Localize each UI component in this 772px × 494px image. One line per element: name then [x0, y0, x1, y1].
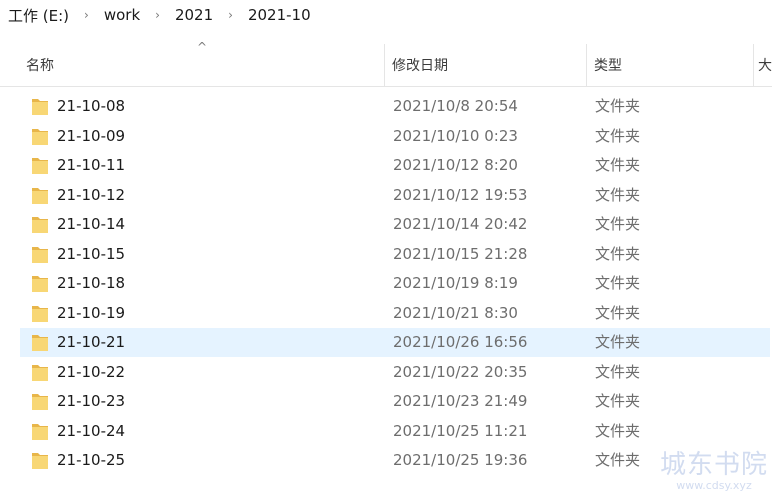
file-name: 21-10-11: [57, 156, 126, 174]
folder-icon: [32, 129, 48, 145]
folder-icon: [32, 188, 48, 204]
file-name: 21-10-18: [57, 274, 126, 292]
table-row[interactable]: 21-10-09 2021/10/10 0:23 文件夹: [20, 122, 770, 151]
breadcrumb-item-work[interactable]: work: [102, 6, 142, 24]
file-type: 文件夹: [595, 304, 641, 322]
breadcrumb-item-2021[interactable]: 2021: [173, 6, 215, 24]
table-row[interactable]: 21-10-23 2021/10/23 21:49 文件夹: [20, 387, 770, 416]
folder-icon: [32, 424, 48, 440]
chevron-right-icon[interactable]: ›: [71, 8, 102, 22]
file-type: 文件夹: [595, 451, 641, 469]
file-type: 文件夹: [595, 127, 641, 145]
folder-icon: [32, 335, 48, 351]
chevron-right-icon[interactable]: ›: [142, 8, 173, 22]
modified-date: 2021/10/10 0:23: [393, 127, 518, 145]
breadcrumb-item-drive[interactable]: 工作 (E:): [6, 5, 71, 26]
column-header-bar: ^ 名称 修改日期 类型 大: [0, 40, 772, 87]
folder-icon: [32, 365, 48, 381]
file-type: 文件夹: [595, 186, 641, 204]
folder-icon: [32, 247, 48, 263]
file-type: 文件夹: [595, 333, 641, 351]
file-name: 21-10-23: [57, 392, 126, 410]
column-header-name-label: 名称: [26, 58, 54, 74]
file-name: 21-10-09: [57, 127, 126, 145]
table-row[interactable]: 21-10-08 2021/10/8 20:54 文件夹: [20, 92, 770, 121]
modified-date: 2021/10/23 21:49: [393, 392, 528, 410]
file-type: 文件夹: [595, 156, 641, 174]
folder-icon: [32, 453, 48, 469]
column-header-size-label: 大: [758, 58, 772, 74]
modified-date: 2021/10/19 8:19: [393, 274, 518, 292]
table-row[interactable]: 21-10-22 2021/10/22 20:35 文件夹: [20, 358, 770, 387]
folder-icon: [32, 306, 48, 322]
file-name: 21-10-24: [57, 422, 126, 440]
modified-date: 2021/10/25 11:21: [393, 422, 528, 440]
table-row[interactable]: 21-10-25 2021/10/25 19:36 文件夹: [20, 446, 770, 475]
watermark-url: www.cdsy.xyz: [676, 479, 752, 492]
modified-date: 2021/10/22 20:35: [393, 363, 528, 381]
watermark-title: 城东书院: [659, 450, 768, 480]
folder-icon: [32, 217, 48, 233]
modified-date: 2021/10/21 8:30: [393, 304, 518, 322]
file-name: 21-10-19: [57, 304, 126, 322]
file-name: 21-10-22: [57, 363, 126, 381]
column-divider[interactable]: [753, 44, 754, 86]
file-name: 21-10-25: [57, 451, 126, 469]
modified-date: 2021/10/12 8:20: [393, 156, 518, 174]
column-header-date[interactable]: 修改日期: [386, 44, 586, 86]
table-row[interactable]: 21-10-12 2021/10/12 19:53 文件夹: [20, 181, 770, 210]
file-type: 文件夹: [595, 363, 641, 381]
folder-icon: [32, 99, 48, 115]
folder-icon: [32, 394, 48, 410]
folder-icon: [32, 158, 48, 174]
table-row[interactable]: 21-10-15 2021/10/15 21:28 文件夹: [20, 240, 770, 269]
column-header-type[interactable]: 类型: [588, 44, 753, 86]
modified-date: 2021/10/8 20:54: [393, 97, 518, 115]
breadcrumb-item-2021-10[interactable]: 2021-10: [246, 6, 313, 24]
file-type: 文件夹: [595, 274, 641, 292]
breadcrumb: 工作 (E:) › work › 2021 › 2021-10: [0, 0, 772, 30]
chevron-right-icon[interactable]: ›: [215, 8, 246, 22]
table-row[interactable]: 21-10-14 2021/10/14 20:42 文件夹: [20, 210, 770, 239]
table-row[interactable]: 21-10-11 2021/10/12 8:20 文件夹: [20, 151, 770, 180]
table-row[interactable]: 21-10-19 2021/10/21 8:30 文件夹: [20, 299, 770, 328]
column-header-type-label: 类型: [594, 58, 622, 74]
file-type: 文件夹: [595, 422, 641, 440]
file-type: 文件夹: [595, 245, 641, 263]
table-row[interactable]: 21-10-18 2021/10/19 8:19 文件夹: [20, 269, 770, 298]
modified-date: 2021/10/26 16:56: [393, 333, 528, 351]
file-name: 21-10-14: [57, 215, 126, 233]
column-divider[interactable]: [586, 44, 587, 86]
column-header-date-label: 修改日期: [392, 58, 448, 74]
modified-date: 2021/10/25 19:36: [393, 451, 528, 469]
column-divider[interactable]: [384, 44, 385, 86]
file-type: 文件夹: [595, 215, 641, 233]
modified-date: 2021/10/15 21:28: [393, 245, 528, 263]
modified-date: 2021/10/14 20:42: [393, 215, 528, 233]
file-name: 21-10-08: [57, 97, 126, 115]
column-header-name[interactable]: 名称: [20, 44, 384, 86]
file-name: 21-10-12: [57, 186, 126, 204]
file-name: 21-10-21: [57, 333, 126, 351]
file-name: 21-10-15: [57, 245, 126, 263]
table-row[interactable]: 21-10-24 2021/10/25 11:21 文件夹: [20, 417, 770, 446]
modified-date: 2021/10/12 19:53: [393, 186, 528, 204]
folder-icon: [32, 276, 48, 292]
column-header-size[interactable]: 大: [756, 44, 772, 86]
table-row[interactable]: 21-10-21 2021/10/26 16:56 文件夹: [20, 328, 770, 357]
file-type: 文件夹: [595, 392, 641, 410]
watermark: 城东书院 www.cdsy.xyz: [660, 450, 768, 492]
file-type: 文件夹: [595, 97, 641, 115]
